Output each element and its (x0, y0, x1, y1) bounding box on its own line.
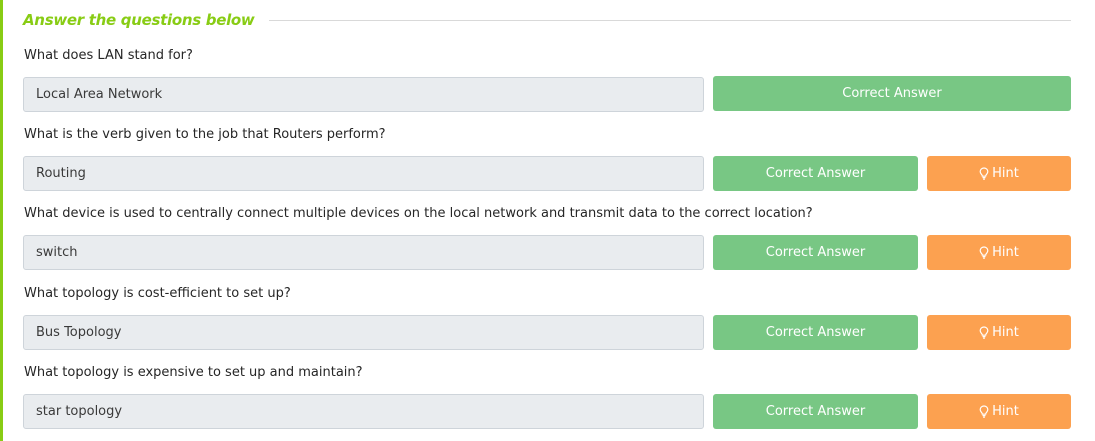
accent-bar (0, 0, 3, 441)
answer-field[interactable]: Bus Topology (23, 315, 704, 350)
correct-answer-button[interactable]: Correct Answer (713, 156, 918, 191)
answer-field[interactable]: star topology (23, 394, 704, 429)
lightbulb-icon (979, 326, 989, 339)
answer-field[interactable]: Routing (23, 156, 704, 191)
answer-field[interactable]: Local Area Network (23, 77, 704, 112)
correct-answer-button[interactable]: Correct Answer (713, 315, 918, 350)
hint-label: Hint (992, 166, 1019, 181)
hint-button[interactable]: Hint (927, 156, 1071, 191)
section-title: Answer the questions below (23, 11, 255, 29)
hint-label: Hint (992, 245, 1019, 260)
question-text: What topology is cost-efficient to set u… (24, 286, 291, 301)
question-text: What topology is expensive to set up and… (24, 365, 363, 380)
task-questions-panel: Answer the questions below What does LAN… (0, 0, 1095, 441)
header-divider (268, 19, 1071, 21)
hint-button[interactable]: Hint (927, 315, 1071, 350)
lightbulb-icon (979, 405, 989, 418)
hint-button[interactable]: Hint (927, 235, 1071, 270)
hint-label: Hint (992, 404, 1019, 419)
section-header: Answer the questions below (23, 8, 1071, 32)
question-text: What does LAN stand for? (24, 48, 193, 63)
question-text: What device is used to centrally connect… (24, 206, 813, 221)
hint-label: Hint (992, 325, 1019, 340)
correct-answer-button[interactable]: Correct Answer (713, 76, 1071, 111)
question-text: What is the verb given to the job that R… (24, 127, 386, 142)
lightbulb-icon (979, 246, 989, 259)
correct-answer-button[interactable]: Correct Answer (713, 235, 918, 270)
answer-field[interactable]: switch (23, 235, 704, 270)
hint-button[interactable]: Hint (927, 394, 1071, 429)
lightbulb-icon (979, 167, 989, 180)
correct-answer-button[interactable]: Correct Answer (713, 394, 918, 429)
